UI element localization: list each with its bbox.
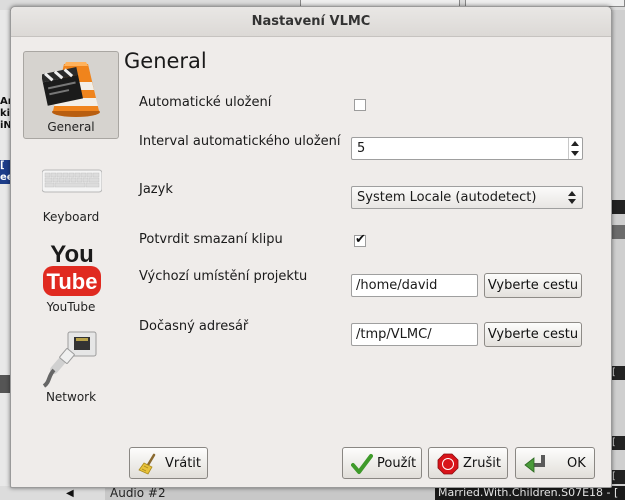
spinbox-arrows[interactable]: [568, 138, 582, 159]
spin-down-icon[interactable]: [571, 151, 579, 156]
autosave-interval-label: Interval automatického uložení: [139, 134, 341, 149]
vlc-cone-clapperboard-icon: [42, 62, 100, 117]
temp-dir-label: Dočasný adresář: [139, 319, 249, 334]
background-app-bottom: ◀ Audio #2 Married.With.Children.S07E18 …: [0, 486, 625, 500]
revert-button[interactable]: Vrátit: [129, 447, 208, 479]
cancel-button-label: Zrušit: [463, 456, 501, 471]
spin-up-icon[interactable]: [571, 141, 579, 146]
combo-arrows-icon: [567, 189, 577, 206]
background-strip: [: [612, 470, 625, 484]
checkmark-icon: ✔: [355, 232, 366, 247]
sidebar-item-label: YouTube: [46, 300, 96, 314]
network-cable-icon: [42, 331, 97, 388]
autosave-checkbox[interactable]: [354, 99, 366, 111]
youtube-logo-icon: You Tube: [43, 241, 101, 296]
background-strip: [612, 200, 625, 214]
temp-dir-browse-button[interactable]: Vyberte cestu: [484, 322, 582, 347]
preferences-dialog: Nastavení VLMC General Keyboard You Tube…: [10, 6, 612, 488]
checkmark-icon: [351, 454, 373, 474]
background-text-fragment: [: [0, 160, 5, 171]
background-app-right: [ [ [: [612, 10, 625, 490]
sidebar-item-label: Network: [45, 390, 97, 404]
temp-dir-value: /tmp/VLMC/: [356, 327, 432, 342]
background-strip: [612, 225, 625, 239]
cancel-button[interactable]: Zrušit: [428, 447, 508, 479]
background-app-left: Ar kip iN [ ee: [0, 10, 17, 490]
audio-track-label: Audio #2: [110, 486, 166, 500]
sidebar-item-label: Keyboard: [42, 210, 100, 224]
revert-button-label: Vrátit: [165, 456, 202, 471]
dialog-titlebar[interactable]: Nastavení VLMC: [11, 7, 611, 37]
apply-button[interactable]: Použít: [342, 447, 422, 479]
keyboard-icon: [42, 169, 102, 193]
autosave-interval-spinbox[interactable]: 5: [351, 137, 583, 160]
svg-text:Tube: Tube: [47, 269, 98, 294]
project-dir-label: Výchozí umístění projektu: [139, 269, 308, 284]
svg-text:You: You: [50, 241, 94, 268]
background-status-bar: Married.With.Children.S07E18 - [: [435, 486, 625, 500]
language-label: Jazyk: [139, 182, 173, 197]
confirm-delete-checkbox[interactable]: ✔: [354, 232, 366, 247]
ok-button[interactable]: OK: [515, 447, 595, 479]
temp-dir-input[interactable]: /tmp/VLMC/: [351, 323, 478, 346]
project-dir-browse-button[interactable]: Vyberte cestu: [484, 273, 582, 298]
project-dir-value: /home/david: [356, 278, 438, 293]
sidebar-item-general[interactable]: General: [23, 51, 119, 139]
sidebar-item-youtube[interactable]: You Tube YouTube: [23, 231, 119, 319]
sidebar-item-label: General: [47, 120, 95, 134]
background-strip: [: [612, 436, 625, 450]
sidebar-item-keyboard[interactable]: Keyboard: [23, 141, 119, 229]
background-bar: [0, 375, 10, 393]
broom-icon: [138, 453, 156, 475]
apply-button-label: Použít: [377, 456, 417, 471]
ok-button-label: OK: [567, 456, 586, 471]
play-icon: ◀: [66, 488, 74, 499]
page-title: General: [124, 49, 207, 73]
language-select[interactable]: System Locale (autodetect): [351, 186, 583, 209]
arrow-enter-icon: [524, 455, 545, 473]
autosave-interval-value: 5: [357, 141, 366, 156]
background-panel: [0, 486, 105, 500]
project-dir-input[interactable]: /home/david: [351, 274, 478, 297]
background-strip: [: [612, 366, 625, 380]
language-value: System Locale (autodetect): [357, 190, 537, 205]
confirm-delete-label: Potvrdit smazaní klipu: [139, 232, 283, 247]
sidebar-item-network[interactable]: Network: [23, 321, 119, 409]
autosave-label: Automatické uložení: [139, 95, 272, 110]
stop-icon: [437, 453, 459, 475]
